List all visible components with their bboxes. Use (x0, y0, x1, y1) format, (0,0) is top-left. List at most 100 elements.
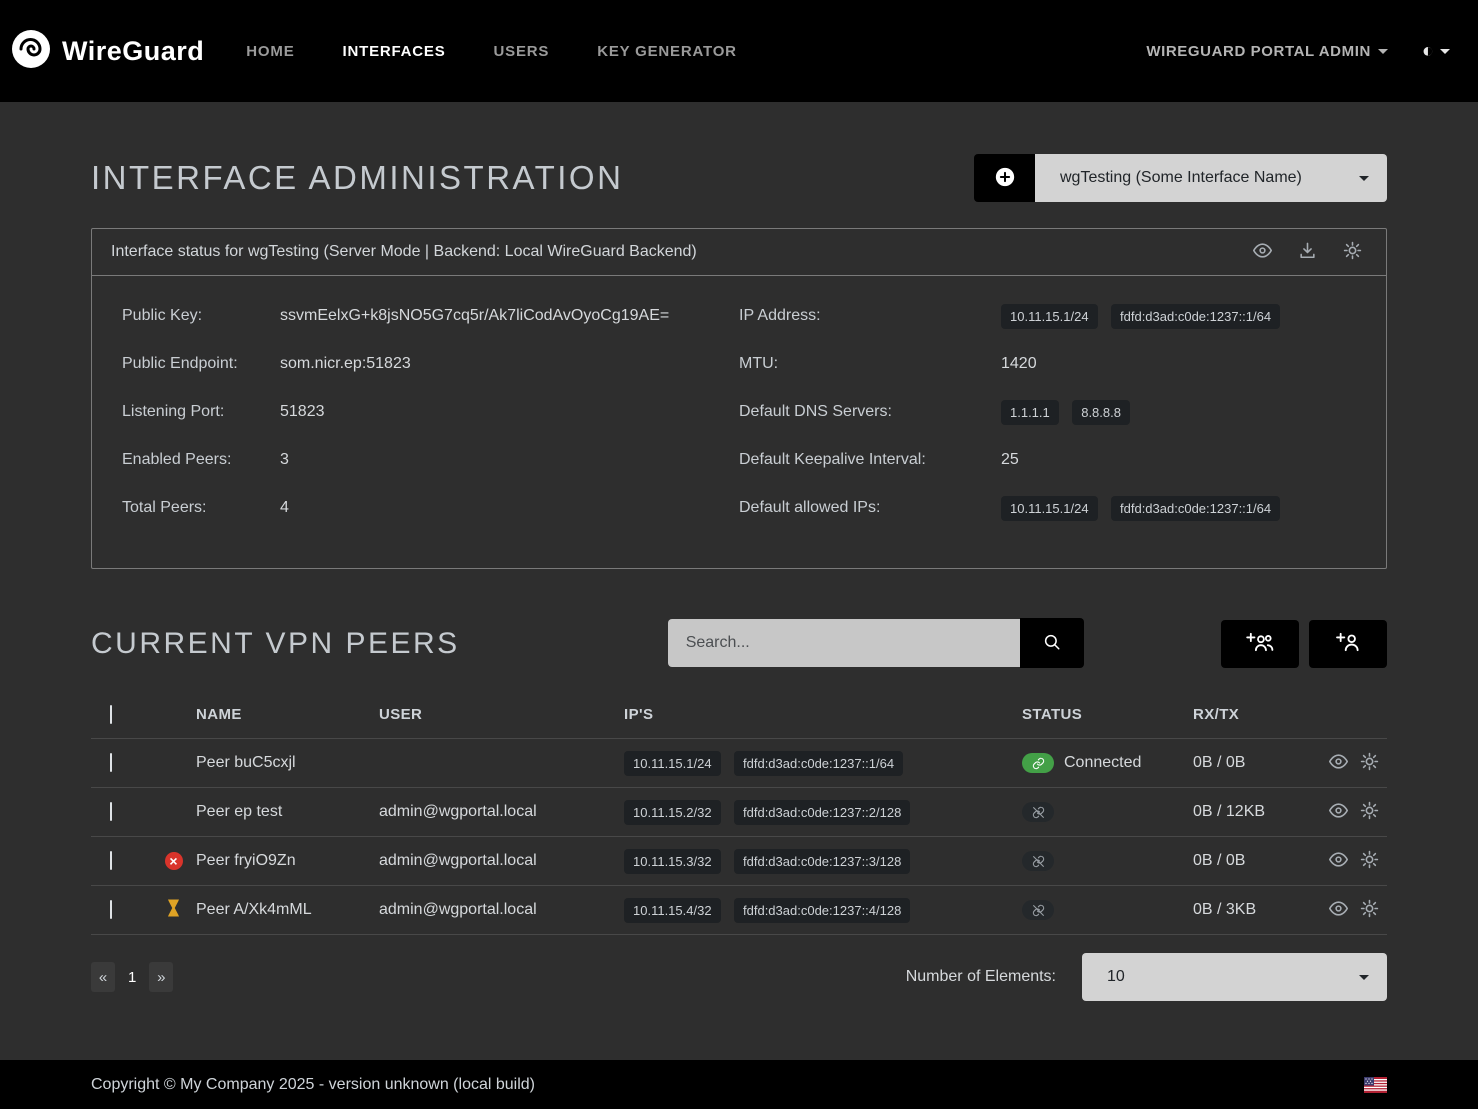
gear-icon (1343, 241, 1362, 263)
search-icon (1043, 633, 1061, 654)
plus-circle-icon (994, 166, 1016, 191)
pagination-current-page[interactable]: 1 (118, 969, 146, 986)
link-disconnected-icon (1022, 900, 1054, 920)
peer-name: Peer buC5cxjl (196, 754, 379, 772)
view-peer-button[interactable] (1329, 752, 1348, 774)
peer-user: admin@wgportal.local (379, 852, 624, 870)
edit-peer-button[interactable] (1360, 850, 1379, 872)
row-checkbox[interactable] (110, 802, 112, 821)
navbar: WireGuard HOME INTERFACES USERS KEY GENE… (0, 0, 1478, 102)
eye-icon (1329, 752, 1348, 774)
peer-name: Peer A/Xk4mML (196, 901, 379, 919)
total-peers-value: 4 (280, 499, 739, 517)
brand-name: WireGuard (62, 36, 204, 67)
col-header-name: NAME (196, 706, 379, 723)
user-menu[interactable]: WIREGUARD PORTAL ADMIN (1146, 43, 1388, 60)
pagination-next-button[interactable]: » (149, 962, 173, 992)
expired-icon: × (165, 852, 183, 870)
listening-port-label: Listening Port: (122, 403, 280, 421)
pending-icon (166, 899, 181, 922)
interface-select-value: wgTesting (Some Interface Name) (1060, 169, 1302, 187)
peer-ip-badge: fdfd:d3ad:c0de:1237::2/128 (734, 800, 910, 825)
peer-user: admin@wgportal.local (379, 901, 624, 919)
brand[interactable]: WireGuard (10, 28, 204, 75)
peer-ip-badge: 10.11.15.2/32 (624, 800, 721, 825)
link-connected-icon (1022, 753, 1054, 773)
page-title: INTERFACE ADMINISTRATION (91, 159, 623, 197)
eye-icon (1329, 899, 1348, 921)
public-endpoint-label: Public Endpoint: (122, 355, 280, 373)
search-button[interactable] (1020, 618, 1084, 668)
row-checkbox[interactable] (110, 851, 112, 870)
chevron-down-icon (1378, 49, 1388, 54)
link-disconnected-icon (1022, 802, 1054, 822)
peer-rxtx: 0B / 12KB (1193, 803, 1297, 821)
add-user-icon (1333, 631, 1363, 656)
theme-toggle-icon: ◐ (1422, 40, 1434, 63)
view-config-button[interactable] (1253, 241, 1272, 263)
peers-section-title: CURRENT VPN PEERS (91, 627, 460, 661)
download-config-button[interactable] (1298, 241, 1317, 263)
peer-ip-badge: 10.11.15.3/32 (624, 849, 721, 874)
chevron-down-icon (1440, 49, 1450, 54)
edit-interface-button[interactable] (1343, 241, 1362, 263)
eye-icon (1253, 241, 1272, 263)
row-checkbox[interactable] (110, 753, 112, 772)
pagination: « 1 » (91, 962, 173, 992)
chevron-down-icon (1359, 975, 1369, 980)
nav-item-users[interactable]: USERS (494, 43, 550, 60)
dns-badge: 8.8.8.8 (1072, 400, 1130, 425)
enabled-peers-label: Enabled Peers: (122, 451, 280, 469)
theme-toggle[interactable]: ◐ (1422, 40, 1450, 63)
col-header-ips: IP'S (624, 706, 1022, 723)
chevron-down-icon (1359, 176, 1369, 181)
peer-rxtx: 0B / 3KB (1193, 901, 1297, 919)
ip-badge: fdfd:d3ad:c0de:1237::1/64 (1111, 304, 1280, 329)
row-checkbox[interactable] (110, 900, 112, 919)
table-row: Peer A/Xk4mML admin@wgportal.local 10.11… (91, 886, 1387, 935)
footer: Copyright © My Company 2025 - version un… (0, 1060, 1478, 1109)
mtu-label: MTU: (739, 355, 1001, 373)
interface-select[interactable]: wgTesting (Some Interface Name) (1035, 154, 1387, 202)
view-peer-button[interactable] (1329, 801, 1348, 823)
pagination-prev-button[interactable]: « (91, 962, 115, 992)
edit-peer-button[interactable] (1360, 801, 1379, 823)
view-peer-button[interactable] (1329, 850, 1348, 872)
link-disconnected-icon (1022, 851, 1054, 871)
peer-ip-badge: 10.11.15.4/32 (624, 898, 721, 923)
add-peer-button[interactable] (1309, 620, 1387, 668)
nav-item-home[interactable]: HOME (246, 43, 294, 60)
mtu-value: 1420 (1001, 355, 1356, 373)
total-peers-label: Total Peers: (122, 499, 280, 517)
public-endpoint-value: som.nicr.ep:51823 (280, 355, 739, 373)
peers-table: NAME USER IP'S STATUS RX/TX Peer buC5cxj… (91, 690, 1387, 935)
col-header-user: USER (379, 706, 624, 723)
view-peer-button[interactable] (1329, 899, 1348, 921)
nav-item-interfaces[interactable]: INTERFACES (343, 43, 446, 60)
edit-peer-button[interactable] (1360, 899, 1379, 921)
edit-peer-button[interactable] (1360, 752, 1379, 774)
table-row: Peer ep test admin@wgportal.local 10.11.… (91, 788, 1387, 837)
nav-item-key-generator[interactable]: KEY GENERATOR (597, 43, 737, 60)
select-all-checkbox[interactable] (110, 705, 112, 724)
us-flag-icon[interactable] (1364, 1077, 1387, 1093)
peer-ip-badge: fdfd:d3ad:c0de:1237::3/128 (734, 849, 910, 874)
search-input[interactable] (668, 619, 1020, 667)
user-menu-label: WIREGUARD PORTAL ADMIN (1146, 43, 1371, 60)
peer-user: admin@wgportal.local (379, 803, 624, 821)
public-key-value: ssvmEelxG+k8jsNO5G7cq5r/Ak7liCodAvOyoCg1… (280, 307, 739, 325)
add-multiple-peers-button[interactable] (1221, 620, 1299, 668)
ip-address-label: IP Address: (739, 307, 1001, 325)
eye-icon (1329, 801, 1348, 823)
cross-glyph: × (169, 854, 177, 868)
keepalive-label: Default Keepalive Interval: (739, 451, 1001, 469)
peer-ip-badge: fdfd:d3ad:c0de:1237::1/64 (734, 751, 903, 776)
enabled-peers-value: 3 (280, 451, 739, 469)
elements-count-select[interactable]: 10 (1082, 953, 1387, 1001)
interface-status-card: Interface status for wgTesting (Server M… (91, 228, 1387, 569)
public-key-label: Public Key: (122, 307, 280, 325)
table-row: Peer buC5cxjl 10.11.15.1/24 fdfd:d3ad:c0… (91, 739, 1387, 788)
peer-ip-badge: fdfd:d3ad:c0de:1237::4/128 (734, 898, 910, 923)
add-interface-button[interactable] (974, 154, 1035, 202)
gear-icon (1360, 752, 1379, 774)
